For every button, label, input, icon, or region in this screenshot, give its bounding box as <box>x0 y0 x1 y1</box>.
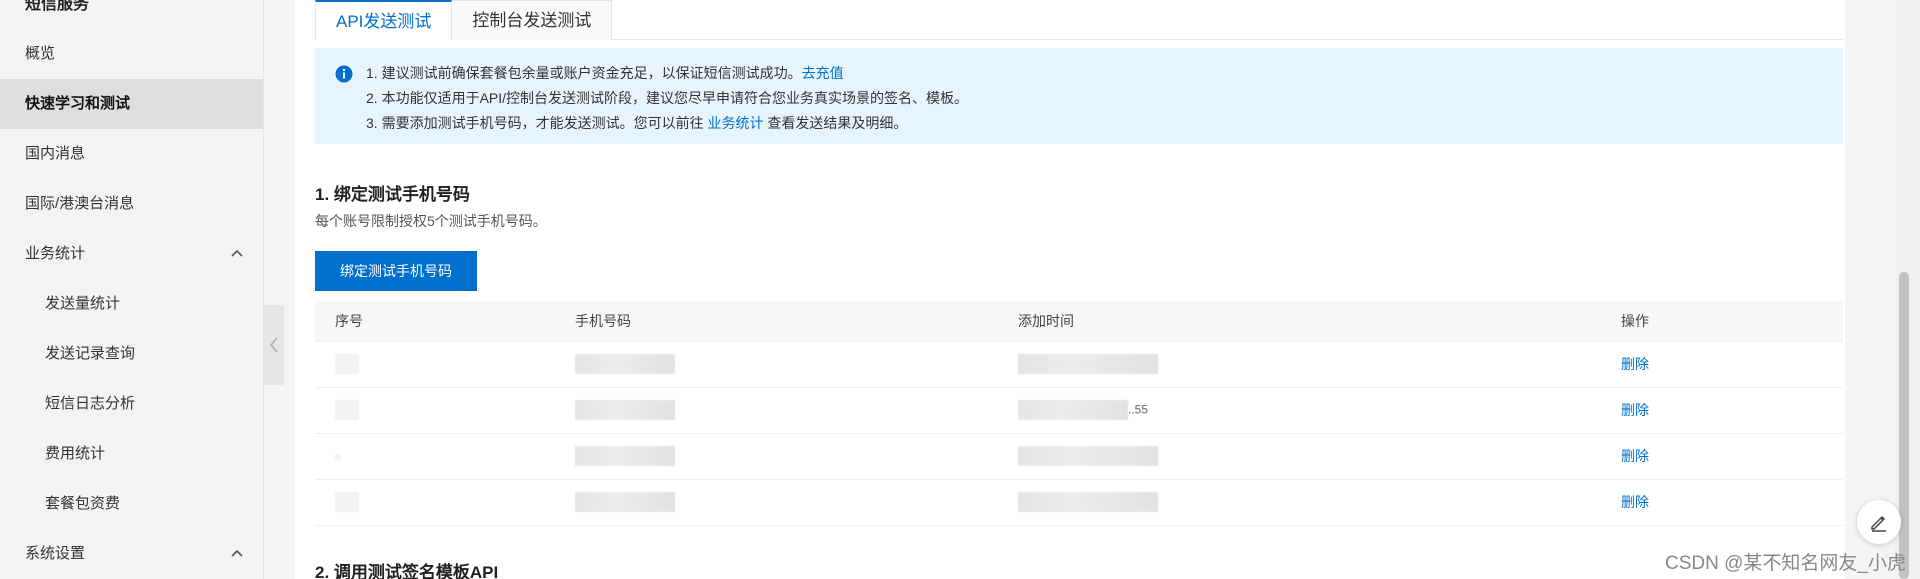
notice-line-3: 3. 需要添加测试手机号码，才能发送测试。您可以前往 业务统计 查看发送结果及明… <box>366 111 1843 136</box>
table-row: 删除 <box>315 341 1843 388</box>
phone-cell-redacted <box>575 400 675 420</box>
notice-box: 1. 建议测试前确保套餐包余量或账户资金充足，以保证短信测试成功。去充值 2. … <box>315 48 1843 144</box>
phone-table: 序号 手机号码 添加时间 操作 删除 ..55 删除 删除 删除 <box>315 301 1843 526</box>
sidebar-item-cost-stats[interactable]: 费用统计 <box>0 429 263 479</box>
scrollbar-thumb[interactable] <box>1899 272 1909 579</box>
notice-line-2: 2. 本功能仅适用于API/控制台发送测试阶段，建议您尽早申请符合您业务真实场景… <box>366 90 969 106</box>
delete-link[interactable]: 删除 <box>1621 448 1649 464</box>
phone-cell-redacted <box>575 354 675 374</box>
tab-api-test[interactable]: API发送测试 <box>315 0 453 40</box>
table-row: 删除 <box>315 479 1843 526</box>
sidebar-item-label: 系统设置 <box>25 545 86 562</box>
index-cell-redacted <box>335 492 359 512</box>
chevron-up-icon <box>231 549 243 557</box>
statistics-link[interactable]: 业务统计 <box>707 115 763 131</box>
sidebar-item-system-settings[interactable]: 系统设置 <box>0 529 263 579</box>
sidebar-item-label: 快速学习和测试 <box>25 95 131 112</box>
sidebar-item-label: 套餐包资费 <box>45 495 121 512</box>
delete-link[interactable]: 删除 <box>1621 356 1649 372</box>
index-cell-redacted <box>335 454 341 461</box>
info-icon <box>335 65 353 83</box>
edit-icon <box>1871 515 1886 532</box>
notice-text: 3. 需要添加测试手机号码，才能发送测试。您可以前往 <box>366 115 704 131</box>
phone-cell-redacted <box>575 492 675 512</box>
table-row: 删除 <box>315 433 1843 480</box>
col-header-phone: 手机号码 <box>555 301 998 342</box>
sidebar-item-label: 国内消息 <box>25 145 86 162</box>
sidebar-item-international[interactable]: 国际/港澳台消息 <box>0 179 263 229</box>
delete-link[interactable]: 删除 <box>1621 494 1649 510</box>
index-cell-redacted <box>335 400 359 420</box>
section-title-bind-phone: 1. 绑定测试手机号码 <box>315 185 470 204</box>
sidebar: 短信服务 概览 快速学习和测试 国内消息 国际/港澳台消息 业务统计 发送量统计… <box>0 0 264 579</box>
chevron-left-icon <box>270 337 278 353</box>
section-title-call-api: 2. 调用测试签名模板API <box>315 563 499 579</box>
col-header-index: 序号 <box>315 301 555 342</box>
sidebar-collapse-handle[interactable] <box>264 305 284 385</box>
time-cell-redacted <box>1018 400 1128 420</box>
sidebar-item-overview[interactable]: 概览 <box>0 29 263 79</box>
sidebar-item-send-volume[interactable]: 发送量统计 <box>0 279 263 329</box>
time-cell-redacted <box>1018 354 1158 374</box>
section-description: 每个账号限制授权5个测试手机号码。 <box>315 213 547 229</box>
sidebar-item-label: 短信日志分析 <box>45 395 136 412</box>
col-header-action: 操作 <box>1601 301 1843 342</box>
table-header-row: 序号 手机号码 添加时间 操作 <box>315 301 1843 342</box>
time-cell-redacted <box>1018 446 1158 466</box>
sidebar-header: 短信服务 <box>25 0 90 13</box>
table-row: ..55 删除 <box>315 387 1843 434</box>
sidebar-item-domestic[interactable]: 国内消息 <box>0 129 263 179</box>
sidebar-item-label: 费用统计 <box>45 445 106 462</box>
notice-text: 1. 建议测试前确保套餐包余量或账户资金充足，以保证短信测试成功。 <box>366 65 802 81</box>
sidebar-item-statistics[interactable]: 业务统计 <box>0 229 263 279</box>
sidebar-item-label: 业务统计 <box>25 245 86 262</box>
sidebar-item-label: 发送记录查询 <box>45 345 136 362</box>
edit-button[interactable] <box>1857 500 1901 544</box>
phone-cell-redacted <box>575 446 675 466</box>
index-cell-redacted <box>335 354 359 374</box>
sidebar-item-quick-learn[interactable]: 快速学习和测试 <box>0 79 263 129</box>
sidebar-item-label: 发送量统计 <box>45 295 121 312</box>
notice-line-1: 1. 建议测试前确保套餐包余量或账户资金充足，以保证短信测试成功。去充值 <box>366 61 1843 86</box>
sidebar-item-send-records[interactable]: 发送记录查询 <box>0 329 263 379</box>
tab-bar: API发送测试 控制台发送测试 <box>315 0 1843 40</box>
delete-link[interactable]: 删除 <box>1621 402 1649 418</box>
notice-text: 查看发送结果及明细。 <box>767 115 908 131</box>
watermark: CSDN @某不知名网友_小虎 <box>1665 553 1906 574</box>
chevron-up-icon <box>231 249 243 257</box>
tab-console-test[interactable]: 控制台发送测试 <box>452 0 613 40</box>
sidebar-item-label: 概览 <box>25 45 56 62</box>
sidebar-item-log-analysis[interactable]: 短信日志分析 <box>0 379 263 429</box>
main-panel: API发送测试 控制台发送测试 1. 建议测试前确保套餐包余量或账户资金充足，以… <box>295 0 1845 579</box>
recharge-link[interactable]: 去充值 <box>802 65 844 81</box>
content: API发送测试 控制台发送测试 1. 建议测试前确保套餐包余量或账户资金充足，以… <box>315 0 1843 526</box>
time-cell-redacted <box>1018 492 1158 512</box>
time-suffix: ..55 <box>1128 402 1149 417</box>
bind-phone-button[interactable]: 绑定测试手机号码 <box>315 251 477 291</box>
sidebar-item-package[interactable]: 套餐包资费 <box>0 479 263 529</box>
sidebar-item-label: 国际/港澳台消息 <box>25 195 135 212</box>
col-header-added-time: 添加时间 <box>998 301 1601 342</box>
